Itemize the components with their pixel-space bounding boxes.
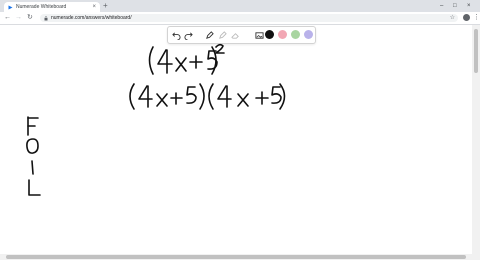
ink-letter-f bbox=[27, 116, 39, 136]
vertical-scroll-thumb[interactable] bbox=[474, 29, 478, 73]
ink-letter-i bbox=[31, 160, 34, 175]
ink-line-expression-product bbox=[129, 83, 286, 110]
ink-letter-l bbox=[28, 179, 41, 196]
ink-line-expression-squared bbox=[148, 43, 225, 75]
vertical-scrollbar[interactable] bbox=[472, 25, 480, 254]
whiteboard-ink bbox=[26, 43, 286, 196]
horizontal-scrollbar[interactable] bbox=[0, 254, 480, 260]
ink-letter-o bbox=[26, 138, 39, 154]
horizontal-scroll-thumb[interactable] bbox=[6, 255, 466, 259]
